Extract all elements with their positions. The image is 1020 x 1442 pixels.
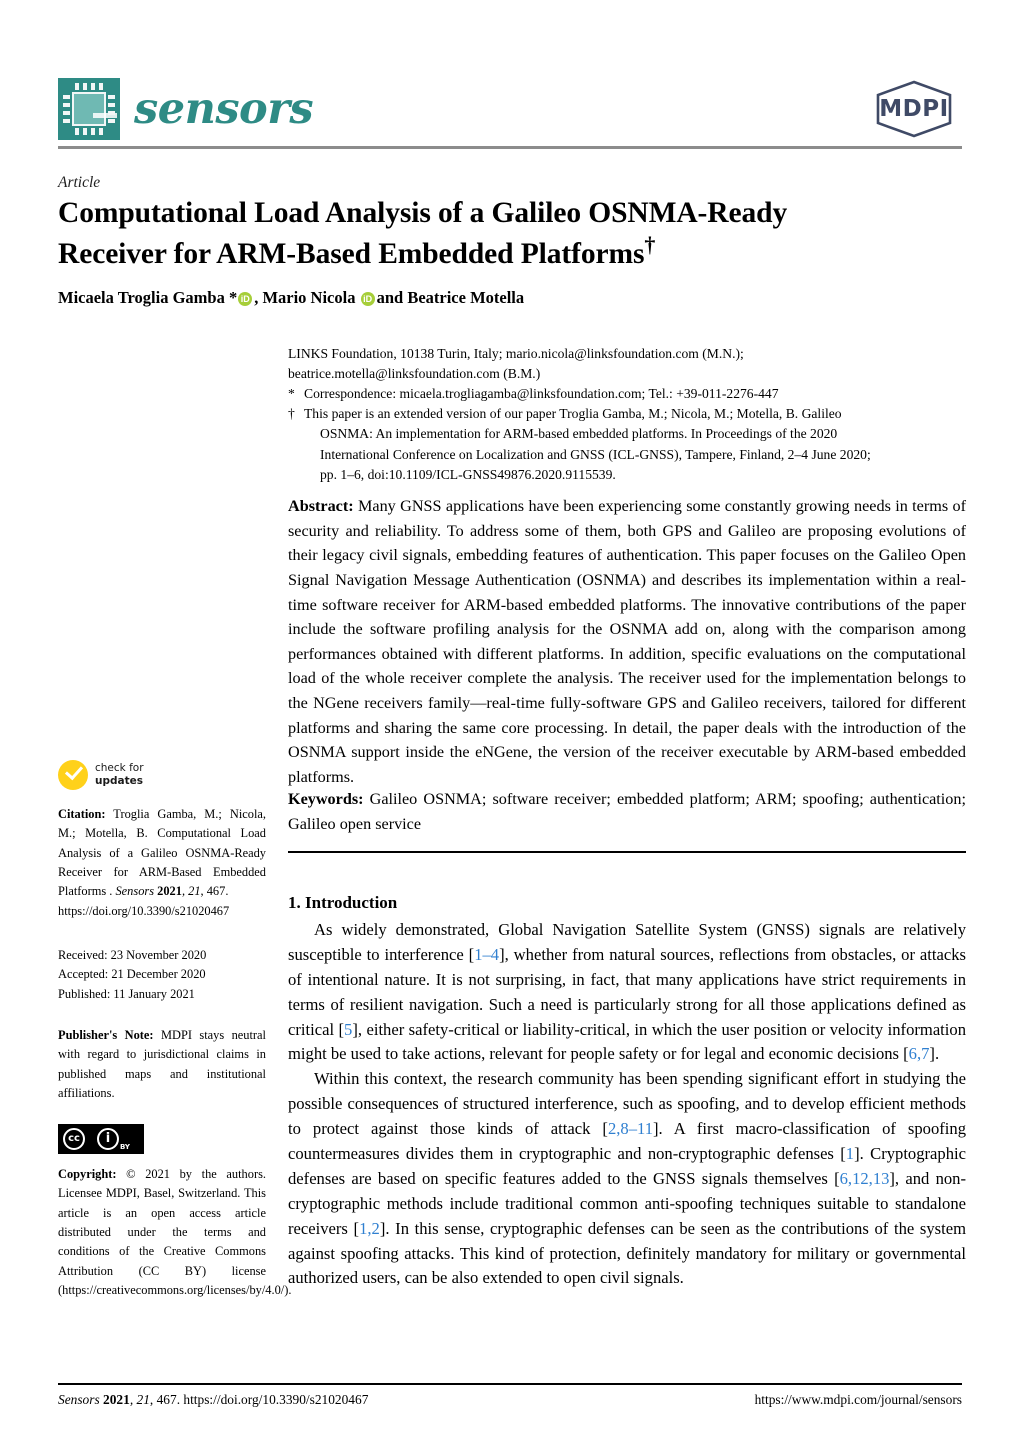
mdpi-logo[interactable]: MDPI — [866, 78, 962, 140]
check-label-line-2: updates — [95, 775, 143, 787]
cc-by-label: BY — [119, 1143, 130, 1152]
dagger-marker: † — [288, 406, 295, 422]
citation-ref[interactable]: 1–4 — [474, 945, 499, 964]
citation-doi-link[interactable]: https://doi.org/10.3390/s21020467 — [58, 902, 266, 921]
footer-journal: Sensors — [58, 1392, 100, 1407]
header-divider — [58, 146, 962, 149]
footer-journal-url[interactable]: https://www.mdpi.com/journal/sensors — [755, 1392, 962, 1408]
check-for-updates-badge[interactable]: check for updates — [58, 760, 266, 790]
copyright-text: © 2021 by the authors. Licensee MDPI, Ba… — [58, 1167, 292, 1298]
orcid-icon[interactable]: iD — [238, 292, 253, 306]
p1-part-d: ]. — [929, 1044, 940, 1064]
paragraph-2: Within this context, the research commun… — [288, 1067, 966, 1291]
date-published: Published: 11 January 2021 — [58, 986, 195, 1001]
citation-ref[interactable]: 1,2 — [359, 1219, 380, 1238]
chip-pins-right — [108, 95, 115, 123]
publishers-note: Publisher's Note: MDPI stays neutral wit… — [58, 1026, 266, 1103]
abstract-label: Abstract: — [288, 497, 354, 515]
publishers-note-label: Publisher's Note: — [58, 1028, 154, 1042]
cc-badge-inner: cc i BY — [58, 1124, 144, 1154]
citation-ref[interactable]: 6,12,13 — [840, 1169, 890, 1188]
citation-block: Citation: Troglia Gamba, M.; Nicola, M.;… — [58, 805, 266, 921]
citation-year: 2021 — [154, 884, 182, 899]
footer-divider — [58, 1383, 962, 1385]
citation-ref[interactable]: 6,7 — [909, 1044, 930, 1063]
check-label-line-1: check for — [95, 761, 144, 774]
keywords-label: Keywords: — [288, 790, 364, 808]
citation-label: Citation: — [58, 807, 106, 821]
correspondence-text: Correspondence: micaela.trogliagamba@lin… — [304, 386, 779, 402]
chip-body — [72, 92, 117, 126]
checkmark-glyph — [64, 761, 84, 781]
page-footer: Sensors 2021, 21, 467. https://doi.org/1… — [58, 1392, 962, 1408]
dagger-note-line-2: OSNMA: An implementation for ARM-based e… — [320, 426, 838, 442]
introduction-body: As widely demonstrated, Global Navigatio… — [288, 918, 966, 1291]
author-micaela-troglia-gamba: Micaela Troglia Gamba * — [58, 288, 238, 307]
publication-dates: Received: 23 November 2020 Accepted: 21 … — [58, 946, 266, 1004]
article-type-label: Article — [58, 174, 101, 191]
section-divider — [288, 851, 966, 853]
affiliation-line-2: beatrice.motella@linksfoundation.com (B.… — [288, 366, 541, 382]
citation-ref[interactable]: 1 — [846, 1144, 854, 1163]
footer-article-number: , 467. — [149, 1392, 184, 1407]
citation-journal: Sensors — [115, 884, 155, 899]
dagger-note-line-3: International Conference on Localization… — [320, 446, 871, 462]
article-page: sensors MDPI Article Computational Load … — [0, 0, 1020, 1442]
correspondence-marker: * — [288, 386, 295, 402]
title-line-1: Computational Load Analysis of a Galileo… — [58, 197, 788, 229]
page-title: Computational Load Analysis of a Galileo… — [58, 196, 958, 273]
footer-doi[interactable]: https://doi.org/10.3390/s21020467 — [183, 1392, 368, 1407]
keywords-section: Keywords: Galileo OSNMA; software receiv… — [288, 787, 966, 836]
paragraph-1: As widely demonstrated, Global Navigatio… — [288, 918, 966, 1067]
chip-pins-left — [63, 95, 70, 123]
author-beatrice-motella: and Beatrice Motella — [376, 288, 525, 307]
footer-year: 2021 — [99, 1392, 130, 1407]
orcid-icon[interactable]: iD — [360, 292, 375, 306]
citation-pages: , 467. — [200, 884, 229, 899]
p2-part-e: ]. In this sense, cryptographic defenses… — [288, 1218, 966, 1288]
dagger-note-text: This paper is an extended version of our… — [304, 404, 960, 484]
check-badge-inner: check for updates — [58, 760, 266, 790]
masthead: sensors MDPI — [58, 78, 962, 140]
dagger-note-line-1: This paper is an extended version of our… — [304, 406, 842, 422]
correspondence-row: * Correspondence: micaela.trogliagamba@l… — [288, 384, 960, 404]
check-badge-label: check for updates — [95, 762, 144, 788]
journal-title: sensors — [134, 83, 314, 134]
copyright-label: Copyright: — [58, 1167, 117, 1181]
chip-pins-top — [75, 83, 103, 90]
title-dagger-marker: † — [644, 231, 656, 257]
affiliation-line-1: LINKS Foundation, 10138 Turin, Italy; ma… — [288, 346, 744, 361]
dagger-note-row: † This paper is an extended version of o… — [288, 404, 960, 484]
keywords-text: Galileo OSNMA; software receiver; embedd… — [288, 790, 966, 833]
footer-volume: , 21 — [129, 1392, 150, 1407]
creative-commons-icon: cc — [63, 1128, 85, 1150]
attribution-person-icon: i — [97, 1128, 119, 1150]
microchip-icon — [58, 78, 120, 140]
citation-ref[interactable]: 2,8–11 — [608, 1119, 653, 1138]
date-accepted: Accepted: 21 December 2020 — [58, 967, 206, 982]
title-line-2: Receiver for ARM-Based Embedded Platform… — [58, 237, 645, 270]
section-heading-introduction: 1. Introduction — [288, 893, 398, 912]
abstract-section: Abstract: Many GNSS applications have be… — [288, 494, 966, 790]
journal-brand[interactable]: sensors — [58, 78, 314, 140]
checkmark-icon — [58, 760, 88, 790]
creative-commons-badge[interactable]: cc i BY — [58, 1124, 266, 1154]
chip-pins-bottom — [75, 128, 103, 135]
p1-part-c: ], either safety-critical or liability-c… — [288, 1019, 966, 1064]
mdpi-wordmark: MDPI — [879, 96, 949, 122]
copyright-block: Copyright: © 2021 by the authors. Licens… — [58, 1165, 291, 1300]
dagger-note-line-4: pp. 1–6, doi:10.1109/ICL-GNSS49876.2020.… — [320, 466, 616, 482]
citation-volume: , 21 — [181, 884, 201, 899]
affiliation-block: LINKS Foundation, 10138 Turin, Italy; ma… — [288, 344, 960, 485]
abstract-text: Many GNSS applications have been experie… — [288, 497, 966, 786]
author-list: Micaela Troglia Gamba * iD, Mario Nicola … — [58, 288, 524, 308]
author-mario-nicola: , Mario Nicola — [254, 288, 356, 307]
date-received: Received: 23 November 2020 — [58, 948, 207, 962]
footer-citation: Sensors 2021, 21, 467. https://doi.org/1… — [58, 1392, 368, 1408]
